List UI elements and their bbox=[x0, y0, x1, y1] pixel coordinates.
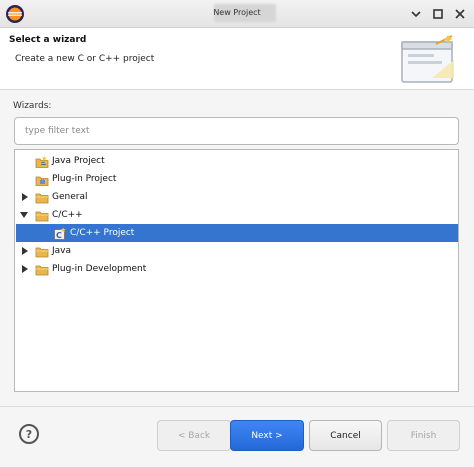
close-button[interactable] bbox=[452, 6, 468, 22]
title-bar: New Project bbox=[0, 0, 474, 28]
tree-item-label: C/C++ Project bbox=[70, 228, 135, 238]
collapse-arrow-icon[interactable] bbox=[19, 210, 29, 220]
tree-item-general[interactable]: General bbox=[16, 188, 458, 206]
expand-arrow-icon[interactable] bbox=[20, 192, 30, 202]
folder-icon bbox=[35, 193, 49, 203]
folder-icon bbox=[35, 247, 49, 257]
tree-item-label: Plug-in Project bbox=[52, 174, 117, 184]
filter-input[interactable] bbox=[14, 117, 459, 145]
tree-item-label: Java bbox=[52, 246, 72, 256]
help-button[interactable]: ? bbox=[19, 424, 39, 444]
expand-arrow-icon[interactable] bbox=[20, 246, 30, 256]
plugin-project-icon bbox=[35, 176, 49, 186]
tree-item-label: General bbox=[52, 192, 88, 202]
c-project-icon: C bbox=[54, 227, 66, 240]
header-title: Select a wizard bbox=[9, 35, 87, 45]
maximize-button[interactable] bbox=[430, 6, 446, 22]
new-wizard-banner-icon bbox=[401, 35, 454, 83]
java-project-icon bbox=[35, 155, 49, 168]
folder-icon bbox=[35, 211, 49, 221]
back-button[interactable]: < Back bbox=[157, 420, 231, 451]
collapse-button[interactable] bbox=[408, 6, 424, 22]
chevron-down-icon bbox=[411, 11, 421, 18]
tree-item-java-project[interactable]: Java Project bbox=[16, 152, 458, 170]
help-icon: ? bbox=[25, 427, 33, 441]
finish-button[interactable]: Finish bbox=[387, 420, 460, 451]
expand-arrow-icon[interactable] bbox=[20, 264, 30, 274]
cancel-button[interactable]: Cancel bbox=[309, 420, 382, 451]
tree-item-java[interactable]: Java bbox=[16, 242, 458, 260]
window-title: New Project bbox=[213, 8, 261, 17]
tree-item-label: C/C++ bbox=[52, 210, 83, 220]
wizards-label: Wizards: bbox=[13, 101, 52, 111]
tree-item-label: Java Project bbox=[52, 156, 105, 166]
next-button[interactable]: Next > bbox=[230, 420, 304, 451]
svg-text:C: C bbox=[56, 231, 62, 240]
tree-item-plugin-project[interactable]: Plug-in Project bbox=[16, 170, 458, 188]
tree-item-c-cpp[interactable]: C/C++ bbox=[16, 206, 458, 224]
close-icon bbox=[455, 9, 465, 19]
tree-item-label: Plug-in Development bbox=[52, 264, 147, 274]
footer-separator bbox=[0, 406, 474, 407]
header-description: Create a new C or C++ project bbox=[15, 54, 155, 64]
wizard-header: Select a wizard Create a new C or C++ pr… bbox=[0, 28, 474, 90]
tree-item-c-cpp-project[interactable]: C C/C++ Project bbox=[16, 224, 458, 242]
maximize-icon bbox=[433, 9, 443, 19]
folder-icon bbox=[35, 265, 49, 275]
tree-item-plugin-development[interactable]: Plug-in Development bbox=[16, 260, 458, 278]
wizard-tree[interactable]: Java Project Plug-in Project General C/C… bbox=[14, 149, 459, 392]
